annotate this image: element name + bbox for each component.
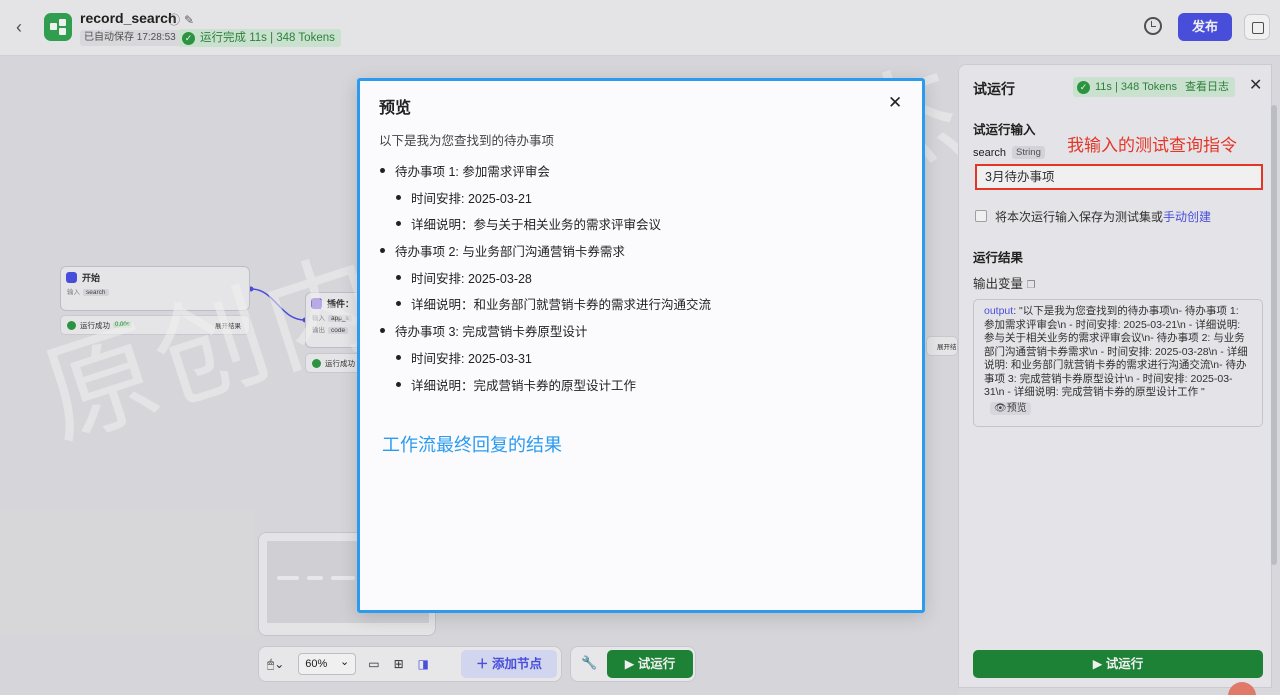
- bullet: [396, 221, 401, 226]
- todo-item: 待办事项 2: 与业务部门沟通营销卡券需求: [380, 241, 625, 260]
- todo-item: 待办事项 1: 参加需求评审会: [380, 161, 550, 180]
- todo-detail-text: 详细说明：参与关于相关业务的需求评审会议: [411, 218, 662, 232]
- bullet: [396, 301, 401, 306]
- bullet: [396, 382, 401, 387]
- todo-item: 待办事项 3: 完成营销卡券原型设计: [380, 321, 587, 340]
- todo-detail: 详细说明：完成营销卡券的原型设计工作: [396, 375, 636, 394]
- todo-detail: 详细说明：和业务部门就营销卡券的需求进行沟通交流: [396, 294, 711, 313]
- todo-time: 时间安排: 2025-03-28: [396, 268, 532, 287]
- close-icon[interactable]: ✕: [888, 93, 902, 113]
- todo-time-text: 时间安排: 2025-03-21: [411, 192, 532, 206]
- todo-title: 待办事项 1: 参加需求评审会: [395, 165, 550, 179]
- modal-intro: 以下是我为您查找到的待办事项: [379, 134, 555, 148]
- todo-time: 时间安排: 2025-03-31: [396, 348, 532, 367]
- todo-detail-text: 详细说明：完成营销卡券的原型设计工作: [411, 379, 637, 393]
- bullet: [396, 355, 401, 360]
- result-annotation: 工作流最终回复的结果: [382, 435, 562, 456]
- todo-detail-text: 详细说明：和业务部门就营销卡券的需求进行沟通交流: [411, 298, 712, 312]
- todo-time-text: 时间安排: 2025-03-31: [411, 352, 532, 366]
- todo-detail: 详细说明：参与关于相关业务的需求评审会议: [396, 214, 661, 233]
- preview-modal: 预览 ✕ 以下是我为您查找到的待办事项 待办事项 1: 参加需求评审会 时间安排…: [357, 78, 925, 613]
- bullet: [396, 275, 401, 280]
- bullet: [380, 328, 385, 333]
- todo-time-text: 时间安排: 2025-03-28: [411, 272, 532, 286]
- bullet: [380, 168, 385, 173]
- todo-time: 时间安排: 2025-03-21: [396, 188, 532, 207]
- bullet: [380, 248, 385, 253]
- bullet: [396, 195, 401, 200]
- todo-title: 待办事项 2: 与业务部门沟通营销卡券需求: [395, 245, 625, 259]
- todo-title: 待办事项 3: 完成营销卡券原型设计: [395, 325, 588, 339]
- modal-title: 预览: [379, 100, 412, 117]
